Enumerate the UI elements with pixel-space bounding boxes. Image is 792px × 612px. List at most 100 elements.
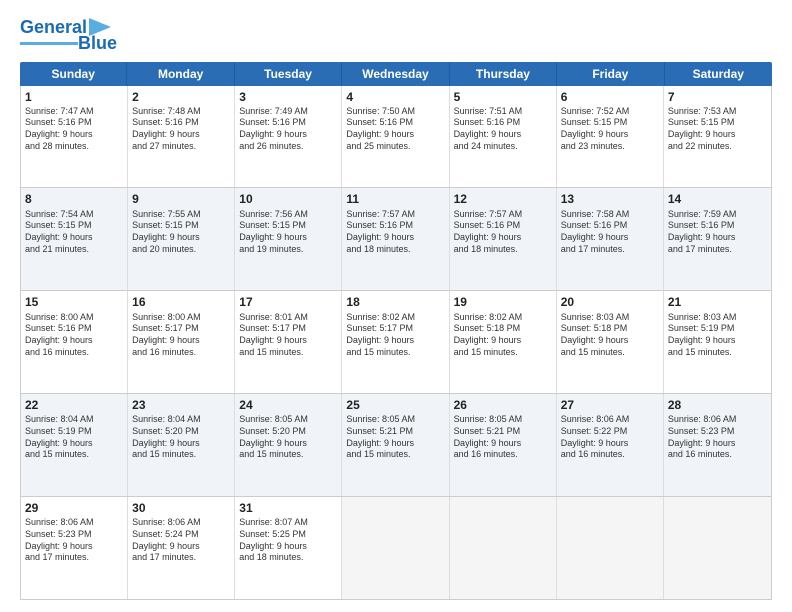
cell-line: Sunset: 5:16 PM bbox=[561, 220, 659, 232]
cell-line: Daylight: 9 hours bbox=[25, 541, 123, 553]
cal-cell-0-1: 2Sunrise: 7:48 AMSunset: 5:16 PMDaylight… bbox=[128, 86, 235, 188]
cell-line: and 15 minutes. bbox=[239, 347, 337, 359]
day-number: 31 bbox=[239, 500, 337, 516]
cell-line: and 18 minutes. bbox=[454, 244, 552, 256]
cell-line: Sunset: 5:17 PM bbox=[132, 323, 230, 335]
cell-line: Sunset: 5:24 PM bbox=[132, 529, 230, 541]
cell-line: Daylight: 9 hours bbox=[239, 129, 337, 141]
cal-cell-1-2: 10Sunrise: 7:56 AMSunset: 5:15 PMDayligh… bbox=[235, 188, 342, 290]
cell-line: Sunrise: 8:02 AM bbox=[346, 312, 444, 324]
cal-cell-1-6: 14Sunrise: 7:59 AMSunset: 5:16 PMDayligh… bbox=[664, 188, 771, 290]
cell-line: and 23 minutes. bbox=[561, 141, 659, 153]
cal-cell-3-0: 22Sunrise: 8:04 AMSunset: 5:19 PMDayligh… bbox=[21, 394, 128, 496]
cell-line: Sunrise: 8:06 AM bbox=[25, 517, 123, 529]
calendar-row-1: 8Sunrise: 7:54 AMSunset: 5:15 PMDaylight… bbox=[21, 188, 771, 291]
cell-line: Daylight: 9 hours bbox=[346, 129, 444, 141]
day-number: 6 bbox=[561, 89, 659, 105]
cell-line: Daylight: 9 hours bbox=[668, 438, 767, 450]
cell-line: Sunrise: 7:47 AM bbox=[25, 106, 123, 118]
cell-line: Sunrise: 8:06 AM bbox=[561, 414, 659, 426]
cell-line: Sunrise: 7:57 AM bbox=[346, 209, 444, 221]
cell-line: Daylight: 9 hours bbox=[668, 335, 767, 347]
day-number: 25 bbox=[346, 397, 444, 413]
cell-line: Daylight: 9 hours bbox=[239, 438, 337, 450]
cell-line: and 16 minutes. bbox=[454, 449, 552, 461]
cell-line: and 27 minutes. bbox=[132, 141, 230, 153]
cell-line: and 17 minutes. bbox=[132, 552, 230, 564]
cell-line: Sunrise: 7:51 AM bbox=[454, 106, 552, 118]
cal-cell-0-3: 4Sunrise: 7:50 AMSunset: 5:16 PMDaylight… bbox=[342, 86, 449, 188]
cell-line: Sunset: 5:15 PM bbox=[132, 220, 230, 232]
cal-cell-0-4: 5Sunrise: 7:51 AMSunset: 5:16 PMDaylight… bbox=[450, 86, 557, 188]
day-number: 9 bbox=[132, 191, 230, 207]
cal-cell-1-0: 8Sunrise: 7:54 AMSunset: 5:15 PMDaylight… bbox=[21, 188, 128, 290]
header-day-wednesday: Wednesday bbox=[342, 62, 449, 86]
cell-line: Sunset: 5:16 PM bbox=[239, 117, 337, 129]
cell-line: Sunset: 5:16 PM bbox=[132, 117, 230, 129]
cell-line: and 15 minutes. bbox=[561, 347, 659, 359]
cell-line: Sunset: 5:15 PM bbox=[25, 220, 123, 232]
day-number: 1 bbox=[25, 89, 123, 105]
day-number: 17 bbox=[239, 294, 337, 310]
cell-line: Sunset: 5:15 PM bbox=[668, 117, 767, 129]
day-number: 23 bbox=[132, 397, 230, 413]
logo-blue: Blue bbox=[78, 34, 117, 54]
cell-line: Daylight: 9 hours bbox=[454, 335, 552, 347]
cal-cell-0-0: 1Sunrise: 7:47 AMSunset: 5:16 PMDaylight… bbox=[21, 86, 128, 188]
cell-line: Sunset: 5:16 PM bbox=[346, 220, 444, 232]
cal-cell-3-1: 23Sunrise: 8:04 AMSunset: 5:20 PMDayligh… bbox=[128, 394, 235, 496]
cell-line: Sunset: 5:22 PM bbox=[561, 426, 659, 438]
cell-line: Sunrise: 7:55 AM bbox=[132, 209, 230, 221]
cell-line: Daylight: 9 hours bbox=[454, 438, 552, 450]
cell-line: and 15 minutes. bbox=[25, 449, 123, 461]
cell-line: and 15 minutes. bbox=[454, 347, 552, 359]
cell-line: Daylight: 9 hours bbox=[239, 335, 337, 347]
cell-line: and 16 minutes. bbox=[561, 449, 659, 461]
cal-cell-3-4: 26Sunrise: 8:05 AMSunset: 5:21 PMDayligh… bbox=[450, 394, 557, 496]
cell-line: Sunrise: 8:02 AM bbox=[454, 312, 552, 324]
cal-cell-2-3: 18Sunrise: 8:02 AMSunset: 5:17 PMDayligh… bbox=[342, 291, 449, 393]
cal-cell-4-1: 30Sunrise: 8:06 AMSunset: 5:24 PMDayligh… bbox=[128, 497, 235, 599]
cal-cell-3-6: 28Sunrise: 8:06 AMSunset: 5:23 PMDayligh… bbox=[664, 394, 771, 496]
cell-line: Sunrise: 7:57 AM bbox=[454, 209, 552, 221]
cell-line: and 15 minutes. bbox=[346, 347, 444, 359]
cal-cell-1-1: 9Sunrise: 7:55 AMSunset: 5:15 PMDaylight… bbox=[128, 188, 235, 290]
day-number: 28 bbox=[668, 397, 767, 413]
cell-line: Sunrise: 7:48 AM bbox=[132, 106, 230, 118]
cell-line: and 17 minutes. bbox=[668, 244, 767, 256]
cell-line: Sunrise: 8:06 AM bbox=[132, 517, 230, 529]
cell-line: and 19 minutes. bbox=[239, 244, 337, 256]
cell-line: Sunset: 5:18 PM bbox=[561, 323, 659, 335]
day-number: 7 bbox=[668, 89, 767, 105]
cell-line: Sunset: 5:16 PM bbox=[25, 323, 123, 335]
cell-line: Sunset: 5:19 PM bbox=[25, 426, 123, 438]
cell-line: Daylight: 9 hours bbox=[454, 232, 552, 244]
cell-line: Sunset: 5:15 PM bbox=[561, 117, 659, 129]
day-number: 16 bbox=[132, 294, 230, 310]
page: General Blue SundayMondayTuesdayWednesda… bbox=[0, 0, 792, 612]
cal-cell-4-3 bbox=[342, 497, 449, 599]
cell-line: and 28 minutes. bbox=[25, 141, 123, 153]
cell-line: and 15 minutes. bbox=[346, 449, 444, 461]
header-day-tuesday: Tuesday bbox=[235, 62, 342, 86]
cell-line: Daylight: 9 hours bbox=[132, 541, 230, 553]
cell-line: Sunset: 5:25 PM bbox=[239, 529, 337, 541]
cell-line: Sunset: 5:17 PM bbox=[346, 323, 444, 335]
cell-line: Sunrise: 7:49 AM bbox=[239, 106, 337, 118]
cell-line: Daylight: 9 hours bbox=[561, 129, 659, 141]
cell-line: and 16 minutes. bbox=[25, 347, 123, 359]
day-number: 11 bbox=[346, 191, 444, 207]
day-number: 4 bbox=[346, 89, 444, 105]
calendar-header: SundayMondayTuesdayWednesdayThursdayFrid… bbox=[20, 62, 772, 86]
cal-cell-2-1: 16Sunrise: 8:00 AMSunset: 5:17 PMDayligh… bbox=[128, 291, 235, 393]
cell-line: Sunrise: 8:05 AM bbox=[239, 414, 337, 426]
cell-line: Daylight: 9 hours bbox=[239, 541, 337, 553]
header-day-sunday: Sunday bbox=[20, 62, 127, 86]
cell-line: Daylight: 9 hours bbox=[346, 335, 444, 347]
cell-line: Daylight: 9 hours bbox=[132, 438, 230, 450]
cell-line: Sunrise: 7:59 AM bbox=[668, 209, 767, 221]
day-number: 10 bbox=[239, 191, 337, 207]
cell-line: Sunrise: 8:03 AM bbox=[561, 312, 659, 324]
cal-cell-3-5: 27Sunrise: 8:06 AMSunset: 5:22 PMDayligh… bbox=[557, 394, 664, 496]
cell-line: Sunset: 5:16 PM bbox=[346, 117, 444, 129]
